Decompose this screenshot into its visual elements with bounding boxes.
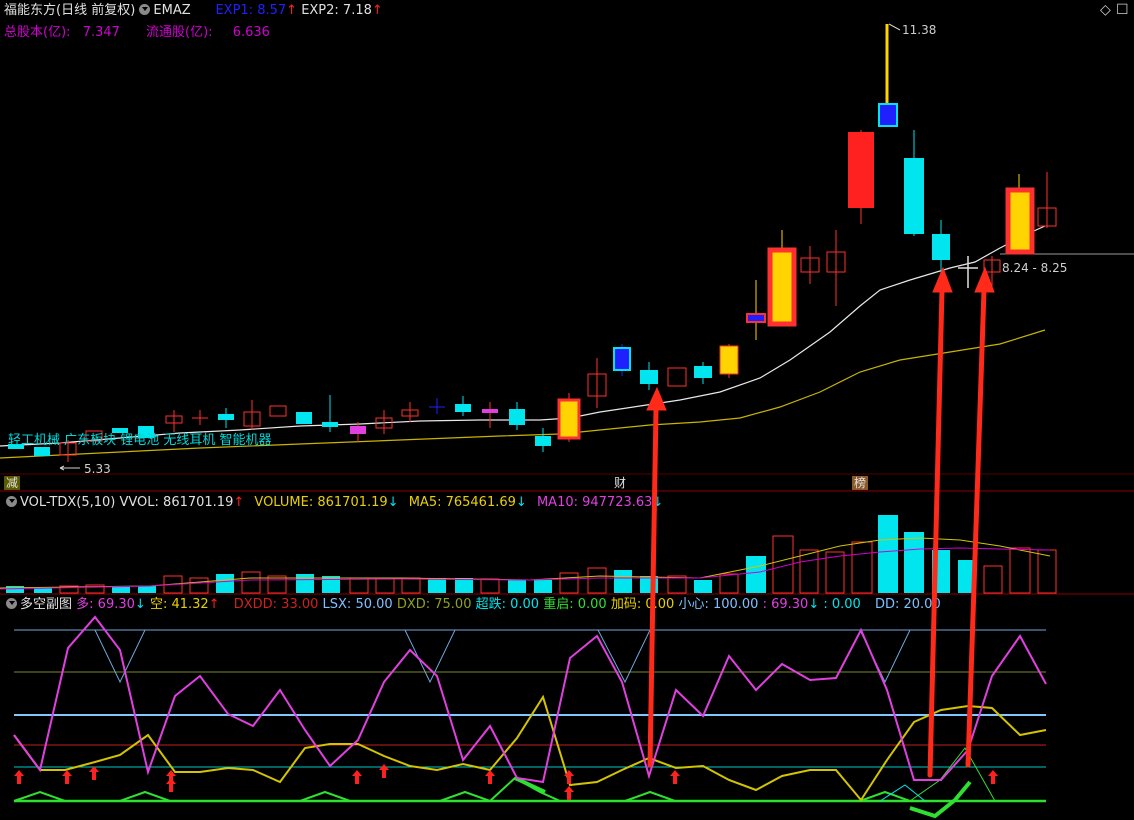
annotation-arrows: [646, 266, 995, 778]
